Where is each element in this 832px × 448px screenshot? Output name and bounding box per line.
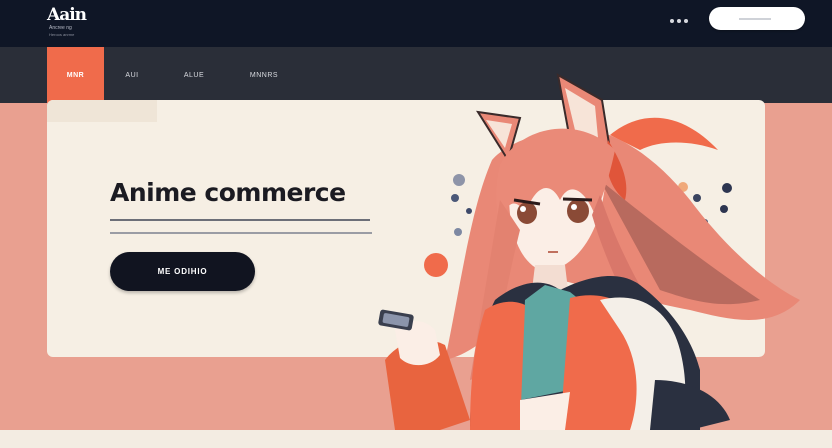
dot — [684, 19, 688, 23]
sleeve-cuff — [650, 380, 730, 430]
search-placeholder-line — [739, 18, 771, 20]
brand-logo[interactable]: Aain Ancree ng Heroos anrme — [47, 5, 107, 37]
nav-item-2[interactable]: AUI — [112, 47, 152, 103]
cta-button[interactable]: ME ODIHIO — [110, 252, 255, 291]
hero-card-tab — [47, 100, 157, 122]
hero-subtitle-line — [110, 232, 372, 234]
logo-tagline: Ancree ng — [49, 25, 72, 31]
logo-subtagline: Heroos anrme — [49, 32, 75, 37]
hero-title: Anime commerce — [110, 178, 346, 207]
main-nav: MNR AUI ALUE MNNRS — [0, 47, 832, 103]
search-input[interactable] — [709, 7, 805, 30]
bottom-strip — [0, 430, 832, 448]
hero-subtitle-line — [110, 219, 370, 221]
logo-wordmark: Aain — [47, 5, 87, 25]
hero-card — [47, 100, 765, 357]
nav-item-3[interactable]: ALUE — [172, 47, 216, 103]
nav-item-4[interactable]: MNNRS — [236, 47, 292, 103]
midriff — [520, 392, 570, 430]
top-bar: Aain Ancree ng Heroos anrme — [0, 0, 832, 47]
dot — [670, 19, 674, 23]
dot — [677, 19, 681, 23]
nav-item-1[interactable]: MNR — [47, 47, 104, 103]
more-menu-icon[interactable] — [670, 19, 690, 25]
